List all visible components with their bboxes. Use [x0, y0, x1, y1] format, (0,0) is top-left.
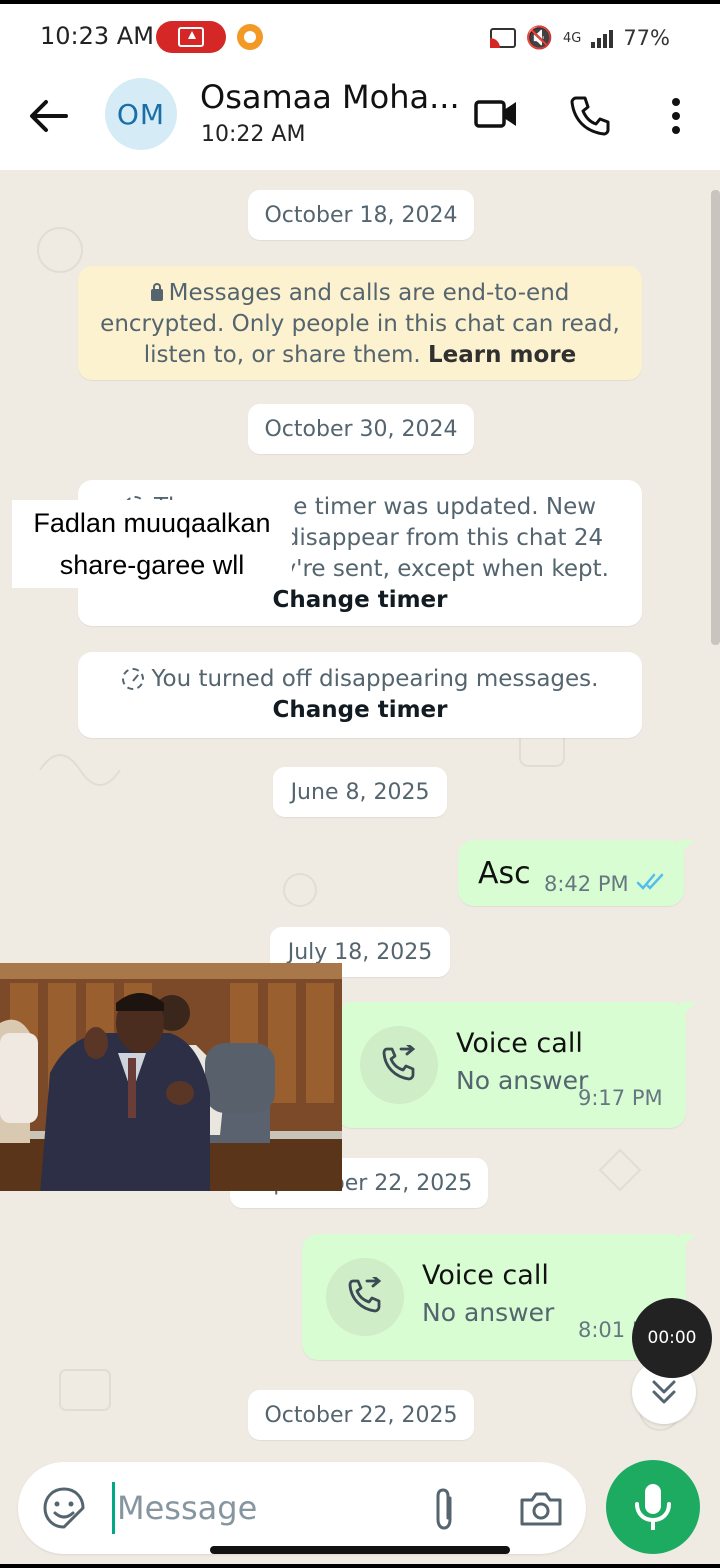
last-seen: 10:22 AM: [201, 122, 306, 147]
message-time: 9:17 PM: [578, 1086, 663, 1110]
encryption-notice-line3: listen to, or share them. Learn more: [143, 342, 577, 368]
encryption-notice[interactable]: Messages and calls are end-to-end encryp…: [78, 266, 642, 380]
recording-timer[interactable]: 00:00: [632, 1298, 712, 1378]
microphone-button[interactable]: [606, 1460, 700, 1554]
chat-area[interactable]: October 18, 2024 Messages and calls are …: [0, 170, 720, 1460]
date-chip: October 18, 2024: [248, 190, 474, 240]
call-status: No answer: [456, 1066, 589, 1095]
voice-call-message[interactable]: Voice call No answer 8:01 PM: [302, 1234, 696, 1360]
mute-vibrate-icon: 🔇: [525, 25, 553, 51]
message-composer: [18, 1462, 586, 1554]
more-options-icon[interactable]: [664, 96, 688, 136]
message-text: Asc: [478, 856, 531, 891]
sticker-icon[interactable]: [42, 1486, 86, 1530]
attachment-icon[interactable]: [428, 1486, 462, 1532]
video-overlay-image: [0, 963, 342, 1191]
voice-call-message[interactable]: Voice call No answer 9:17 PM: [336, 1002, 696, 1128]
status-time: 10:23 AM: [40, 22, 154, 50]
read-receipt-icon: [636, 873, 664, 890]
learn-more-link[interactable]: Learn more: [428, 342, 576, 368]
camera-icon[interactable]: [518, 1488, 564, 1528]
off-notice-text: You turned off disappearing messages.: [78, 664, 642, 695]
timer-icon: [121, 668, 144, 690]
contact-name[interactable]: Osamaa Moha...: [200, 78, 460, 116]
date-chip: October 30, 2024: [248, 404, 474, 454]
microphone-icon: [635, 1484, 671, 1530]
back-arrow-icon[interactable]: [28, 98, 68, 134]
battery-text: 77%: [623, 26, 670, 50]
scrollbar[interactable]: [711, 190, 720, 645]
status-bar: 10:23 AM 🔇 4G 77%: [0, 0, 720, 66]
video-caption-overlay: Fadlan muuqaalkan share-garee wll: [12, 500, 292, 588]
call-title: Voice call: [456, 1028, 583, 1059]
missed-call-icon: [326, 1258, 404, 1336]
screen-record-icon[interactable]: [156, 21, 226, 53]
call-title: Voice call: [422, 1260, 549, 1291]
message-time: 8:42 PM: [544, 872, 629, 896]
chat-header: OM Osamaa Moha... 10:22 AM: [0, 66, 720, 170]
screen-edge: [0, 1564, 720, 1568]
cast-icon: [489, 28, 516, 48]
network-type: 4G: [562, 30, 582, 46]
home-indicator[interactable]: [210, 1546, 510, 1554]
avatar[interactable]: OM: [105, 78, 177, 150]
disappearing-off-notice: You turned off disappearing messages. Ch…: [78, 652, 642, 738]
encryption-notice-line2: encrypted. Only people in this chat can …: [100, 311, 620, 337]
signal-icon: [591, 28, 614, 48]
video-call-icon[interactable]: [474, 96, 518, 132]
date-chip: October 22, 2025: [248, 1390, 474, 1440]
message-input[interactable]: [112, 1482, 402, 1534]
phone-icon[interactable]: [568, 94, 612, 138]
change-timer-link[interactable]: Change timer: [78, 585, 642, 616]
call-status: No answer: [422, 1298, 555, 1327]
date-chip: June 8, 2025: [273, 767, 447, 817]
missed-call-icon: [360, 1026, 438, 1104]
recorder-app-icon: [237, 24, 263, 50]
speaker-video-frame: [0, 963, 342, 1191]
status-icons: 🔇 4G 77%: [489, 24, 670, 52]
encryption-notice-line1: Messages and calls are end-to-end: [78, 278, 642, 309]
caption-line2: share-garee wll: [59, 550, 245, 580]
caption-line1: Fadlan muuqaalkan: [33, 508, 271, 538]
outgoing-message[interactable]: Asc 8:42 PM: [458, 840, 694, 906]
lock-icon: [150, 283, 163, 301]
change-timer-link[interactable]: Change timer: [78, 695, 642, 726]
